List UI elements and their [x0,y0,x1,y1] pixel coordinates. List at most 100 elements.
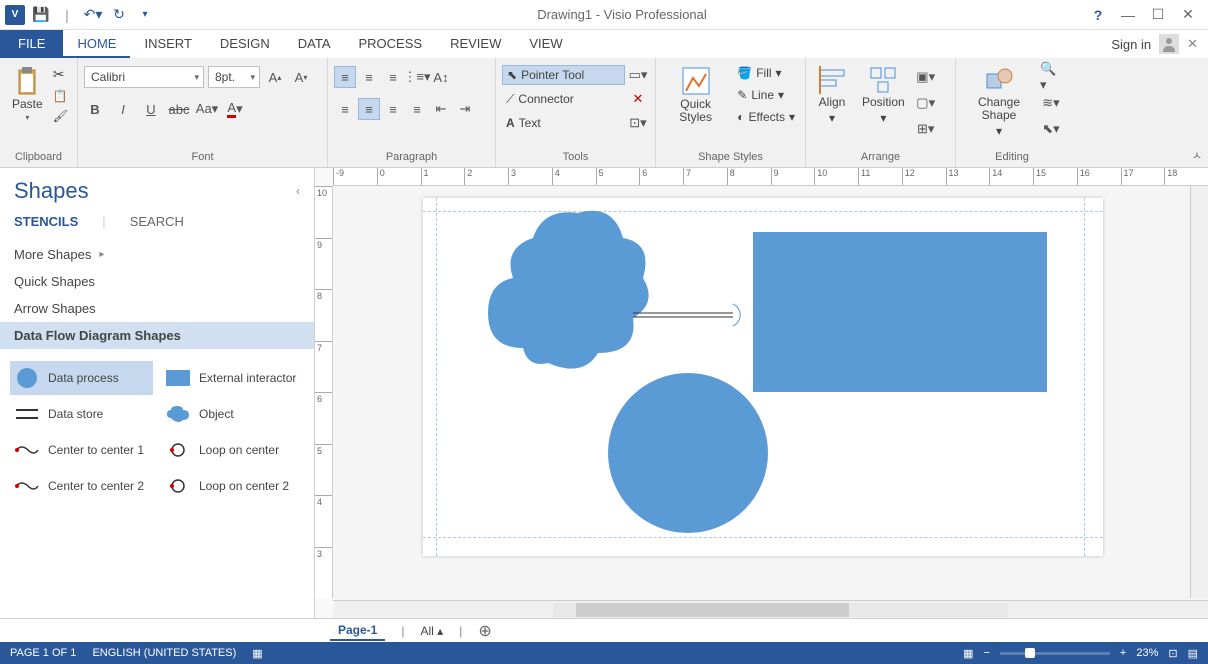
rectangle-tool-button[interactable]: ▭▾ [627,64,649,86]
undo-icon[interactable]: ↶▾ [82,4,104,26]
shape-external-interactor[interactable]: External interactor [161,361,304,395]
stencil-arrow-shapes[interactable]: Arrow Shapes [0,295,314,322]
vertical-scrollbar[interactable] [1190,186,1208,598]
page-tab-all[interactable]: All ▴ [420,624,443,638]
shape-data-process-instance[interactable] [608,373,768,533]
send-back-button[interactable]: ▢▾ [915,92,937,114]
switch-windows-icon[interactable]: ▤ [1188,647,1198,660]
bullets-button[interactable]: ⋮≡▾ [406,66,428,88]
align-left-button[interactable]: ≡ [334,98,356,120]
tab-insert[interactable]: INSERT [130,30,205,58]
drawing-page[interactable] [423,198,1103,556]
change-shape-button[interactable]: Change Shape▾ [962,62,1036,142]
quick-styles-button[interactable]: Quick Styles [662,62,729,128]
bring-front-button[interactable]: ▣▾ [915,66,937,88]
collapse-panel-icon[interactable]: ‹ [296,184,300,198]
change-case-button[interactable]: Aa▾ [196,98,218,120]
group-button[interactable]: ⊞▾ [915,118,937,140]
connector-tool-button[interactable]: ⟋Connector [502,90,625,109]
redo-icon[interactable]: ↻ [108,4,130,26]
save-icon[interactable]: 💾 [30,4,52,26]
stencil-quick-shapes[interactable]: Quick Shapes [0,268,314,295]
italic-button[interactable]: I [112,98,134,120]
stencil-data-flow[interactable]: Data Flow Diagram Shapes [0,322,314,349]
close-icon[interactable]: ✕ [1178,6,1198,23]
guide-horizontal[interactable] [423,537,1103,538]
font-color-button[interactable]: A▾ [224,98,246,120]
font-name-combo[interactable]: Calibri [84,66,204,88]
align-bottom-button[interactable]: ≡ [382,66,404,88]
help-icon[interactable]: ? [1088,7,1108,23]
page-tab-1[interactable]: Page-1 [330,621,385,641]
tab-home[interactable]: HOME [63,30,130,58]
strikethrough-button[interactable]: abc [168,98,190,120]
shape-loop-on-center[interactable]: Loop on center [161,433,304,467]
fill-button[interactable]: 🪣Fill ▾ [733,64,799,82]
presentation-mode-icon[interactable]: ▦ [963,647,973,660]
zoom-slider[interactable] [1000,652,1110,655]
increase-indent-button[interactable]: ⇥ [454,98,476,120]
sign-in-area[interactable]: Sign in ✕ [1111,34,1208,54]
search-tab[interactable]: SEARCH [130,214,184,229]
format-painter-icon[interactable]: 🖌 [53,109,68,123]
fit-to-window-icon[interactable]: ⊡ [1168,647,1177,660]
guide-vertical[interactable] [436,198,437,556]
layers-button[interactable]: ≋▾ [1040,92,1062,114]
select-button[interactable]: ⬉▾ [1040,118,1062,140]
minimize-icon[interactable]: — [1118,7,1138,23]
align-center-button[interactable]: ≡ [358,98,380,120]
shape-data-store[interactable]: Data store [10,397,153,431]
increase-font-icon[interactable]: A▴ [264,66,286,88]
connection-point-button[interactable]: ⊡▾ [627,112,649,134]
line-button[interactable]: ✎Line ▾ [733,86,799,104]
qat-customize-icon[interactable]: ▾ [134,4,156,26]
justify-button[interactable]: ≡ [406,98,428,120]
effects-button[interactable]: ◐Effects ▾ [733,108,799,126]
shape-external-interactor-instance[interactable] [753,232,1047,392]
copy-icon[interactable]: 📋 [53,89,68,103]
delete-button[interactable]: ✕ [627,88,649,110]
bold-button[interactable]: B [84,98,106,120]
pointer-tool-button[interactable]: ⬉Pointer Tool [502,65,625,85]
visio-app-icon[interactable]: V [4,4,26,26]
zoom-out-button[interactable]: − [983,647,989,659]
add-page-button[interactable]: ⊕ [478,621,491,641]
shape-center-to-center-2[interactable]: Center to center 2 [10,469,153,503]
font-size-combo[interactable]: 8pt. [208,66,260,88]
shape-object[interactable]: Object [161,397,304,431]
tab-review[interactable]: REVIEW [436,30,515,58]
align-right-button[interactable]: ≡ [382,98,404,120]
text-tool-button[interactable]: AText [502,114,625,132]
position-button[interactable]: Position▾ [856,62,911,129]
connector-instance[interactable] [633,302,757,332]
stencils-tab[interactable]: STENCILS [14,214,78,229]
decrease-font-icon[interactable]: A▾ [290,66,312,88]
paste-button[interactable]: Paste ▾ [6,62,49,126]
horizontal-scrollbar[interactable] [553,603,1008,617]
shape-loop-on-center-2[interactable]: Loop on center 2 [161,469,304,503]
drawing-canvas[interactable] [333,186,1208,600]
align-middle-button[interactable]: ≡ [358,66,380,88]
zoom-in-button[interactable]: + [1120,647,1126,659]
find-button[interactable]: 🔍▾ [1040,66,1062,88]
tab-file[interactable]: FILE [0,30,63,58]
underline-button[interactable]: U [140,98,162,120]
shape-center-to-center-1[interactable]: Center to center 1 [10,433,153,467]
align-button[interactable]: Align▾ [812,62,852,129]
guide-vertical[interactable] [1084,198,1085,556]
close-pane-icon[interactable]: ✕ [1187,36,1198,52]
decrease-indent-button[interactable]: ⇤ [430,98,452,120]
tab-view[interactable]: VIEW [515,30,576,58]
shape-data-process[interactable]: Data process [10,361,153,395]
align-top-button[interactable]: ≡ [334,66,356,88]
maximize-icon[interactable]: ☐ [1148,6,1168,23]
text-direction-button[interactable]: A↕ [430,66,452,88]
tab-data[interactable]: DATA [284,30,345,58]
collapse-ribbon-icon[interactable]: ㅅ [1192,147,1202,163]
macro-recorder-icon[interactable]: ▦ [252,647,262,660]
status-language[interactable]: ENGLISH (UNITED STATES) [92,647,236,659]
stencil-more-shapes[interactable]: More Shapes ▸ [0,241,314,268]
zoom-level[interactable]: 23% [1136,647,1158,659]
shape-object-instance[interactable] [473,198,653,388]
tab-design[interactable]: DESIGN [206,30,284,58]
